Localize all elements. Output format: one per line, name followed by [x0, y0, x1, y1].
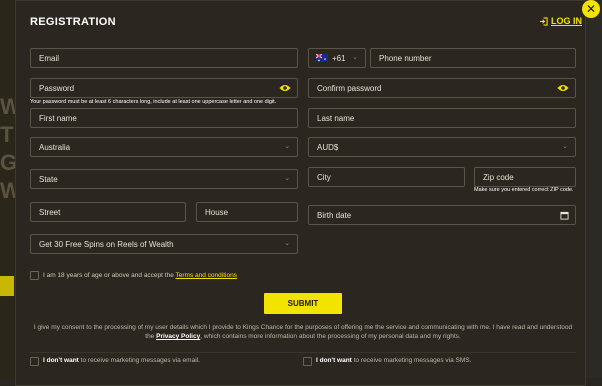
password-placeholder: Password [39, 83, 75, 93]
street-field[interactable]: Street [30, 202, 186, 222]
country-select[interactable]: Australia ⌄ [30, 137, 298, 157]
sms-optout-checkbox[interactable] [303, 357, 312, 366]
zip-hint: Make sure you entered correct ZIP code. [474, 187, 574, 193]
background-banner [0, 276, 14, 296]
close-icon: ✕ [585, 2, 597, 16]
eye-icon[interactable] [279, 84, 291, 92]
chevron-down-icon: ⌄ [352, 54, 358, 61]
country-code: +61 [332, 53, 346, 63]
last-name-field[interactable]: Last name [308, 108, 576, 128]
country-value: Australia [39, 142, 71, 152]
phone-field[interactable]: Phone number [370, 48, 576, 68]
sms-optout-rest: to receive marketing messages via SMS. [353, 357, 472, 364]
zip-placeholder: Zip code [483, 172, 514, 182]
confirm-password-placeholder: Confirm password [317, 83, 382, 93]
password-hint: Your password must be at least 6 charact… [30, 99, 277, 105]
country-code-select[interactable]: +61 ⌄ [308, 48, 366, 68]
chevron-down-icon: ⌄ [284, 240, 290, 247]
age-terms-checkbox[interactable] [30, 271, 39, 280]
eye-icon[interactable] [557, 84, 569, 92]
birth-date-placeholder: Birth date [317, 210, 352, 220]
bonus-value: Get 30 Free Spins on Reels of Wealth [39, 239, 174, 249]
background-text: T [0, 122, 14, 147]
house-placeholder: House [205, 207, 229, 217]
close-button[interactable]: ✕ [582, 0, 600, 18]
calendar-icon[interactable] [560, 211, 569, 220]
submit-button[interactable]: SUBMIT [264, 293, 342, 314]
login-link[interactable]: LOG IN [539, 16, 582, 26]
modal-title: REGISTRATION [30, 16, 116, 28]
age-terms-text: I am 18 years of age or above and accept… [43, 272, 174, 279]
state-value: State [39, 174, 58, 184]
street-placeholder: Street [39, 207, 61, 217]
last-name-placeholder: Last name [317, 113, 355, 123]
consent-text: I give my consent to the processing of m… [30, 323, 576, 341]
sms-optout-label: I don't want to receive marketing messag… [316, 357, 471, 364]
first-name-placeholder: First name [39, 113, 77, 123]
first-name-field[interactable]: First name [30, 108, 298, 128]
privacy-policy-link[interactable]: Privacy Policy [156, 333, 200, 340]
age-terms-label: I am 18 years of age or above and accept… [43, 272, 237, 279]
city-placeholder: City [317, 172, 331, 182]
consent-text-after: , which contains more information about … [200, 333, 461, 340]
chevron-down-icon: ⌄ [284, 175, 290, 182]
zip-code-field[interactable]: Zip code [474, 167, 576, 187]
city-field[interactable]: City [308, 167, 465, 187]
divider [30, 352, 576, 353]
password-field[interactable]: Password [30, 78, 298, 98]
phone-placeholder: Phone number [379, 53, 432, 63]
email-optout-rest: to receive marketing messages via email. [80, 357, 200, 364]
chevron-down-icon: ⌄ [562, 143, 568, 150]
terms-link[interactable]: Terms and conditions [176, 272, 237, 279]
email-optout-strong: I don't want [43, 357, 79, 364]
email-optout-checkbox[interactable] [30, 357, 39, 366]
sms-optout-strong: I don't want [316, 357, 352, 364]
login-icon [539, 16, 548, 26]
chevron-down-icon: ⌄ [284, 143, 290, 150]
email-placeholder: Email [39, 53, 60, 63]
email-optout-label: I don't want to receive marketing messag… [43, 357, 200, 364]
currency-select[interactable]: AUD$ ⌄ [308, 137, 576, 157]
australia-flag-icon [316, 54, 328, 62]
email-field[interactable]: Email [30, 48, 298, 68]
currency-value: AUD$ [317, 142, 339, 152]
background-page-right [586, 0, 602, 386]
login-label: LOG IN [551, 16, 582, 26]
confirm-password-field[interactable]: Confirm password [308, 78, 576, 98]
birth-date-field[interactable]: Birth date [308, 205, 576, 225]
state-select[interactable]: State ⌄ [30, 169, 298, 189]
house-field[interactable]: House [196, 202, 298, 222]
bonus-select[interactable]: Get 30 Free Spins on Reels of Wealth ⌄ [30, 234, 298, 254]
